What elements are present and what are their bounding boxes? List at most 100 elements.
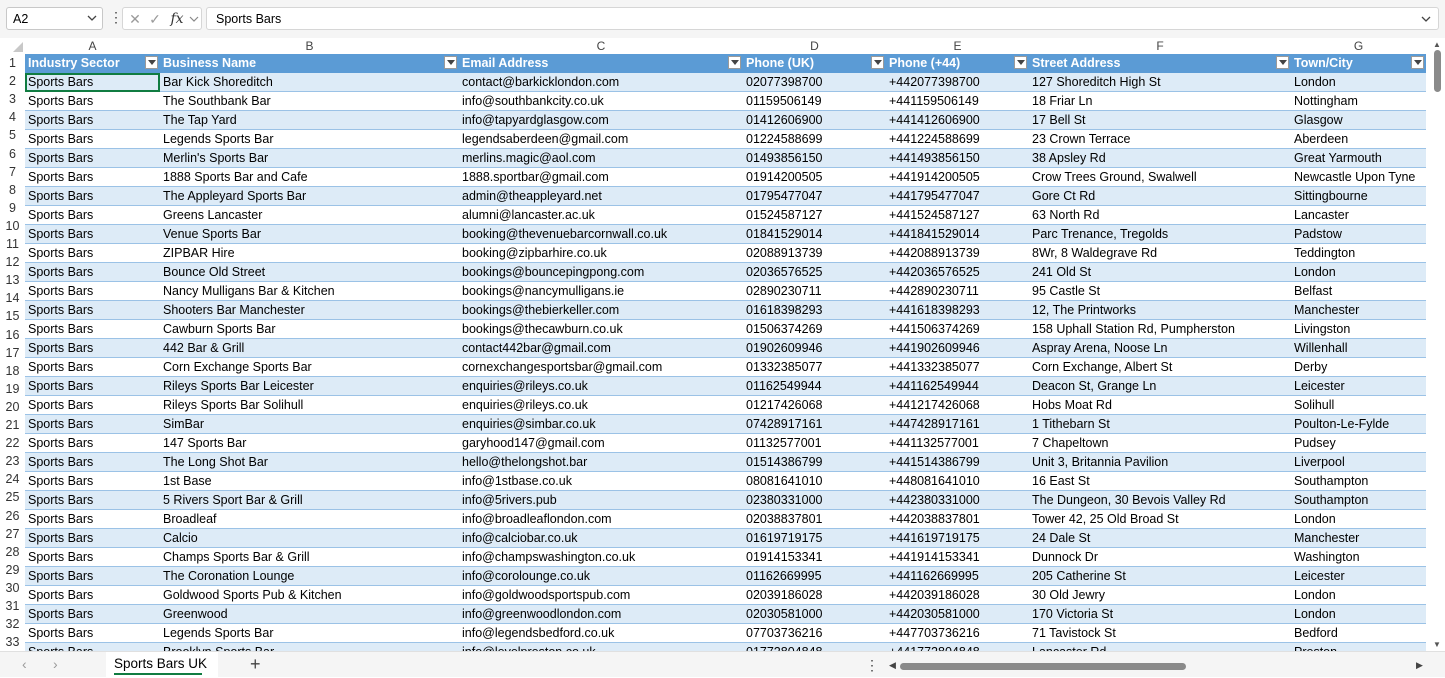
cell[interactable]: Sports Bars — [25, 243, 160, 263]
cell[interactable]: Sports Bars — [25, 623, 160, 643]
cell[interactable]: Calcio — [160, 528, 459, 548]
cell[interactable]: +441524587127 — [886, 205, 1029, 225]
cell[interactable]: 5 Rivers Sport Bar & Grill — [160, 490, 459, 510]
row-header[interactable]: 19 — [0, 380, 25, 398]
filter-dropdown-icon[interactable] — [1276, 56, 1289, 69]
cell[interactable]: Bounce Old Street — [160, 262, 459, 282]
cell[interactable]: 8Wr, 8 Waldegrave Rd — [1029, 243, 1291, 263]
row-header[interactable]: 20 — [0, 398, 25, 416]
more-options-icon[interactable]: ⋮ — [109, 10, 123, 26]
cell[interactable]: Venue Sports Bar — [160, 224, 459, 244]
cell[interactable]: Sports Bars — [25, 319, 160, 339]
cell[interactable]: info@calciobar.co.uk — [459, 528, 743, 548]
cell[interactable]: Sports Bars — [25, 528, 160, 548]
cell[interactable]: +441162549944 — [886, 376, 1029, 396]
cell[interactable]: 02088913739 — [743, 243, 886, 263]
cell[interactable]: 158 Uphall Station Rd, Pumpherston — [1029, 319, 1291, 339]
row-header[interactable]: 21 — [0, 416, 25, 434]
cell[interactable]: Preston — [1291, 642, 1426, 651]
cell[interactable]: 17 Bell St — [1029, 110, 1291, 130]
filter-dropdown-icon[interactable] — [871, 56, 884, 69]
cell[interactable]: Parc Trenance, Tregolds — [1029, 224, 1291, 244]
cell[interactable]: Manchester — [1291, 528, 1426, 548]
cell[interactable]: Dunnock Dr — [1029, 547, 1291, 567]
cell[interactable]: +442890230711 — [886, 281, 1029, 301]
spreadsheet-grid[interactable]: ABCDEFG 1 2 3 4 5 6 7 8 9 10 11 12 13 14 15 16 17 18 19 20 2… — [0, 38, 1430, 651]
row-header[interactable]: 12 — [0, 253, 25, 271]
column-header-g[interactable]: G — [1291, 38, 1426, 54]
cell[interactable]: Sports Bars — [25, 452, 160, 472]
cell[interactable]: Unit 3, Britannia Pavilion — [1029, 452, 1291, 472]
cell[interactable]: The Southbank Bar — [160, 91, 459, 111]
cell[interactable]: 01841529014 — [743, 224, 886, 244]
row-header[interactable]: 3 — [0, 90, 25, 108]
cell[interactable]: hello@thelongshot.bar — [459, 452, 743, 472]
cell[interactable]: Sports Bars — [25, 471, 160, 491]
row-header[interactable]: 31 — [0, 597, 25, 615]
cell[interactable]: +441902609946 — [886, 338, 1029, 358]
cell[interactable]: bookings@nancymulligans.ie — [459, 281, 743, 301]
cell[interactable]: Southampton — [1291, 490, 1426, 510]
column-header-d[interactable]: D — [743, 38, 886, 54]
cell[interactable]: 02036576525 — [743, 262, 886, 282]
cell[interactable]: Great Yarmouth — [1291, 148, 1426, 168]
cell[interactable]: +442380331000 — [886, 490, 1029, 510]
cell[interactable]: Sports Bars — [25, 566, 160, 586]
cell[interactable]: +441619719175 — [886, 528, 1029, 548]
cell[interactable]: +441795477047 — [886, 186, 1029, 206]
cell[interactable]: Aspray Arena, Noose Ln — [1029, 338, 1291, 358]
cell[interactable]: Nancy Mulligans Bar & Kitchen — [160, 281, 459, 301]
cell[interactable]: 01506374269 — [743, 319, 886, 339]
cell[interactable]: merlins.magic@aol.com — [459, 148, 743, 168]
formula-input[interactable]: Sports Bars — [206, 7, 1439, 30]
row-header[interactable]: 24 — [0, 470, 25, 488]
cell[interactable]: 170 Victoria St — [1029, 604, 1291, 624]
cell[interactable]: +441162669995 — [886, 566, 1029, 586]
cell[interactable]: Teddington — [1291, 243, 1426, 263]
column-header-e[interactable]: E — [886, 38, 1029, 54]
cell[interactable]: Sports Bars — [25, 281, 160, 301]
row-header[interactable]: 11 — [0, 235, 25, 253]
row-header[interactable]: 15 — [0, 307, 25, 325]
cell[interactable]: Leicester — [1291, 566, 1426, 586]
filter-dropdown-icon[interactable] — [145, 56, 158, 69]
cell[interactable]: +448081641010 — [886, 471, 1029, 491]
cell[interactable]: +441132577001 — [886, 433, 1029, 453]
next-sheet-icon[interactable]: › — [53, 656, 58, 672]
cell[interactable]: bookings@thebierkeller.com — [459, 300, 743, 320]
cell[interactable]: Washington — [1291, 547, 1426, 567]
cell[interactable]: Champs Sports Bar & Grill — [160, 547, 459, 567]
cell[interactable]: The Tap Yard — [160, 110, 459, 130]
cell[interactable]: Lancaster Rd — [1029, 642, 1291, 651]
cancel-icon[interactable]: ✕ — [127, 11, 143, 27]
cell[interactable]: 241 Old St — [1029, 262, 1291, 282]
cell[interactable]: Gore Ct Rd — [1029, 186, 1291, 206]
cell[interactable]: +441914200505 — [886, 167, 1029, 187]
cell[interactable]: 07428917161 — [743, 414, 886, 434]
cell[interactable]: 02077398700 — [743, 72, 886, 92]
cell[interactable]: Sports Bars — [25, 186, 160, 206]
row-header[interactable]: 23 — [0, 452, 25, 470]
cell[interactable]: Sports Bars — [25, 129, 160, 149]
cell[interactable]: +441332385077 — [886, 357, 1029, 377]
cell[interactable]: 08081641010 — [743, 471, 886, 491]
cell[interactable]: Crow Trees Ground, Swalwell — [1029, 167, 1291, 187]
cell[interactable]: Sports Bars — [25, 91, 160, 111]
row-header[interactable]: 29 — [0, 561, 25, 579]
cell[interactable]: +447428917161 — [886, 414, 1029, 434]
cell[interactable]: garyhood147@gmail.com — [459, 433, 743, 453]
cell[interactable]: Shooters Bar Manchester — [160, 300, 459, 320]
cell[interactable]: 127 Shoreditch High St — [1029, 72, 1291, 92]
cell[interactable]: Derby — [1291, 357, 1426, 377]
cell[interactable]: info@goldwoodsportspub.com — [459, 585, 743, 605]
row-header[interactable]: 2 — [0, 72, 25, 90]
filter-dropdown-icon[interactable] — [1014, 56, 1027, 69]
horizontal-scroll-thumb[interactable] — [900, 663, 1186, 670]
cell[interactable]: enquiries@rileys.co.uk — [459, 376, 743, 396]
header-cell[interactable]: Email Address — [459, 54, 743, 73]
cell[interactable]: Sittingbourne — [1291, 186, 1426, 206]
header-cell[interactable]: Phone (UK) — [743, 54, 886, 73]
cell[interactable]: Sports Bars — [25, 585, 160, 605]
cell[interactable]: 01412606900 — [743, 110, 886, 130]
header-cell[interactable]: Street Address — [1029, 54, 1291, 73]
